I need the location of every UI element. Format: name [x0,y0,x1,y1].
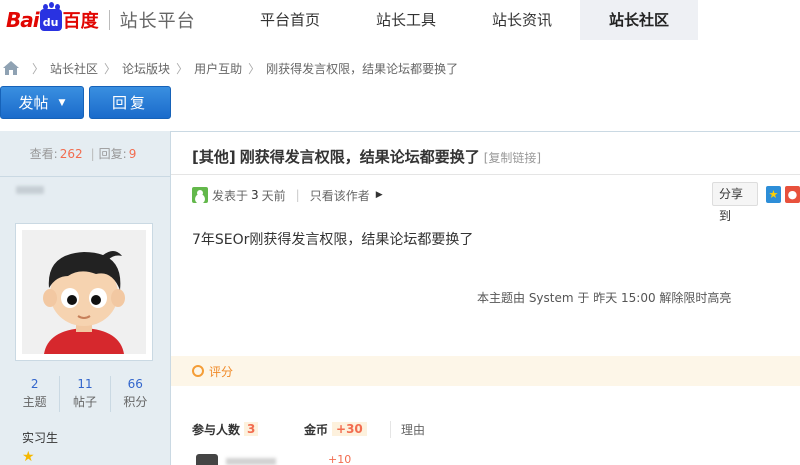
author-stat-posts[interactable]: 11 帖子 [60,376,111,412]
post-category[interactable]: [其他] [192,146,236,167]
avatar-image [22,230,146,354]
stat-label: 帖子 [72,395,97,409]
chevron-right-icon: 〉 [104,61,117,76]
rating-reason-header: 理由 [401,422,426,437]
nav-item-tools[interactable]: 站长工具 [348,0,464,40]
rating-participants: 参与人数 3 [192,421,304,438]
rater-name-blurred[interactable] [226,458,276,465]
post-title: 刚获得发言权限，结果论坛都要换了 [239,148,480,166]
baidu-logo[interactable]: Bai du 百度 站长平台 [6,4,196,34]
post-title-row: [其他] 刚获得发言权限，结果论坛都要换了 [复制链接] [192,146,541,167]
breadcrumb-item-community[interactable]: 站长社区 [50,60,98,77]
breadcrumb: 〉 站长社区 〉 论坛版块 〉 用户互助 〉 刚获得发言权限，结果论坛都要换了 [0,58,458,78]
triangle-right-icon[interactable]: ▶ [376,190,383,200]
logo-text-bai: Bai [6,8,40,32]
copy-link-button[interactable]: [复制链接] [484,149,541,166]
stat-value: 11 [77,377,93,391]
thread-stats: 查看: 262 | 回复: 9 [0,131,170,177]
participants-count[interactable]: 3 [244,422,259,436]
participants-label: 参与人数 [192,422,241,437]
system-note: 本主题由 System 于 昨天 15:00 解除限时高亮 [477,291,732,305]
author-sidebar: 查看: 262 | 回复: 9 2 主题 11 帖子 66 积分 实习生 ★ [0,131,171,465]
chevron-right-icon: 〉 [32,61,45,76]
views-count: 262 [59,146,83,161]
posted-days: 3 [251,188,259,202]
author-rank[interactable]: 实习生 [22,429,58,446]
stat-label: 积分 [123,395,148,409]
rating-table-header: 参与人数 3 金币 +30 理由 [192,417,792,441]
avatar-cartoon-icon [22,230,146,354]
rating-coin: 金币 +30 [304,420,391,438]
rater-value: +10 [328,453,352,465]
nav-item-home[interactable]: 平台首页 [232,0,348,40]
author-stat-points[interactable]: 66 积分 [111,376,160,412]
share-toolbar: 分享到 ★ ● [712,181,800,223]
post-body: 7年SEOr刚获得发言权限，结果论坛都要换了 [192,232,474,248]
qzone-star-icon[interactable]: ★ [765,185,781,203]
nav-item-news[interactable]: 站长资讯 [464,0,580,40]
coin-total: +30 [332,422,367,436]
rating-label: 评分 [209,364,234,379]
online-status-icon [192,187,208,203]
stat-value: 2 [30,377,39,391]
site-subtitle: 站长平台 [119,11,196,32]
star-icon: ★ [22,449,35,465]
author-name-blurred[interactable] [16,186,44,194]
breadcrumb-item-thread[interactable]: 刚获得发言权限，结果论坛都要换了 [266,60,458,77]
author-stats: 2 主题 11 帖子 66 积分 [10,376,160,412]
home-icon[interactable] [2,60,20,76]
rating-header: 评分 [171,356,800,386]
breadcrumb-item-boards[interactable]: 论坛版块 [122,60,170,77]
top-header: Bai du 百度 站长平台 平台首页 站长工具 站长资讯 站长社区 [0,0,800,40]
avatar[interactable] [15,223,153,361]
posted-suffix: 天前 [261,188,286,203]
stat-label: 主题 [22,395,47,409]
logo-paw-icon: du [39,4,62,31]
rating-circle-icon [192,365,204,377]
title-divider [171,174,800,175]
new-post-button[interactable]: 发帖 ▼ [0,86,84,119]
replies-label: 回复: [98,147,127,161]
post-content: [其他] 刚获得发言权限，结果论坛都要换了 [复制链接] 发表于 3 天前 | … [171,131,800,465]
meta-divider: | [295,188,300,202]
post-meta: 发表于 3 天前 | 只看该作者 ▶ [192,184,383,206]
main-nav: 平台首页 站长工具 站长资讯 站长社区 [232,0,698,40]
rating-row: +10 [192,452,792,465]
new-post-label: 发帖 [18,94,49,112]
posted-prefix: 发表于 [212,188,249,203]
rater-avatar[interactable] [196,454,218,465]
chevron-right-icon: 〉 [248,61,261,76]
chevron-right-icon: 〉 [176,61,189,76]
only-author-link[interactable]: 只看该作者 [310,187,370,204]
share-button[interactable]: 分享到 [712,182,758,223]
stat-value: 66 [127,377,143,391]
replies-count: 9 [128,146,137,161]
logo-divider [108,10,110,30]
logo-text-cn: 百度 [62,11,99,32]
weibo-icon[interactable]: ● [784,185,800,203]
coin-label: 金币 [304,422,329,437]
reply-button[interactable]: 回复 [89,86,171,119]
author-stat-topics[interactable]: 2 主题 [10,376,61,412]
breadcrumb-item-help[interactable]: 用户互助 [194,60,242,77]
stats-divider: | [90,146,95,161]
nav-item-community[interactable]: 站长社区 [580,0,698,40]
caret-down-icon: ▼ [58,97,66,108]
views-label: 查看: [29,147,58,161]
